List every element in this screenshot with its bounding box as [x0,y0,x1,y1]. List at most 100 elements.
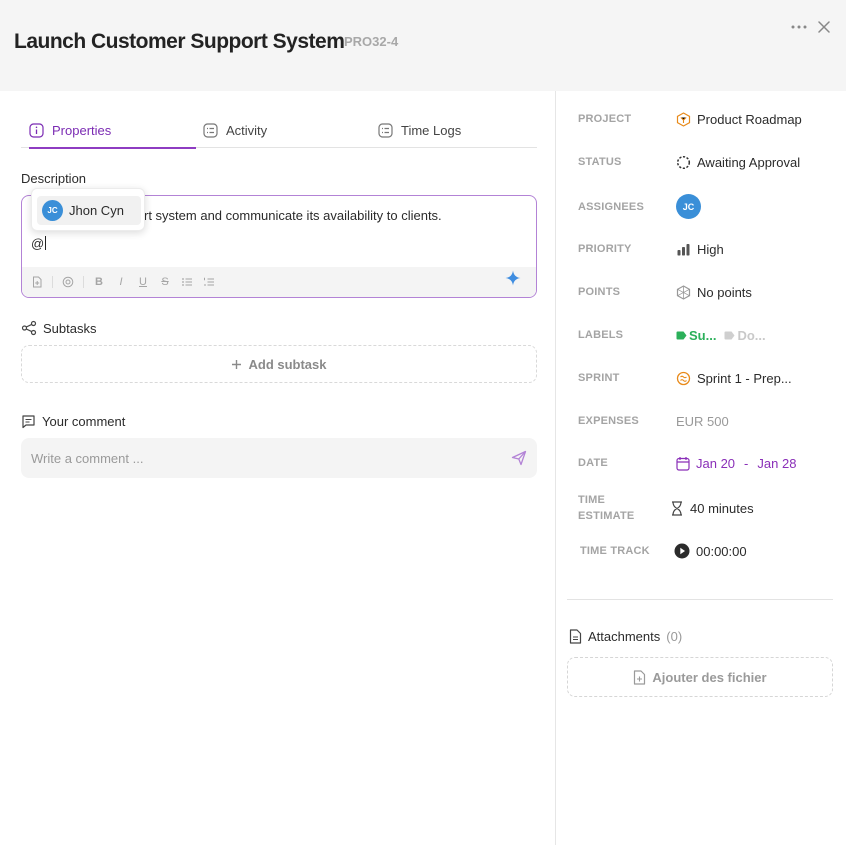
label-chip[interactable]: Do... [724,328,766,343]
description-typing[interactable]: @ [31,236,47,251]
italic-icon[interactable]: I [114,275,128,289]
property-sprint: SPRINT Sprint 1 - Prep... [578,369,838,387]
panel-divider [555,91,556,845]
property-label: STATUS [578,156,622,168]
property-label: PROJECT [578,113,632,125]
tab-label: Properties [52,123,112,138]
property-label: ASSIGNEES [578,200,644,213]
points-value[interactable]: No points [676,285,752,300]
add-subtask-button[interactable]: Add subtask [21,345,537,383]
mention-user-name: Jhon Cyn [69,203,124,218]
list-icon [378,123,393,138]
time-track-value[interactable]: 00:00:00 [674,543,747,559]
task-header: Launch Customer Support System PRO32-4 [0,0,846,91]
description-text[interactable]: rt system and communicate its availabili… [144,208,442,223]
points-icon [676,284,691,300]
attachments-label: Attachments [588,629,661,644]
date-start: Jan 20 [696,455,736,471]
mention-dropdown: JC Jhon Cyn [31,188,145,231]
property-label: POINTS [578,286,621,298]
project-icon [676,111,691,127]
add-subtask-label: Add subtask [248,356,327,372]
property-date: DATE Jan 20 - Jan 28 [578,454,838,472]
add-files-button[interactable]: Ajouter des fichier [567,657,833,697]
attachments-header: Attachments (0) [569,629,682,644]
property-time-track: TIME TRACK 00:00:00 [580,542,840,560]
property-label: DATE [578,457,608,469]
strikethrough-icon[interactable]: S [158,275,172,289]
underline-icon[interactable]: U [136,275,150,289]
attach-file-icon[interactable] [30,275,44,289]
tag-icon [676,331,687,339]
property-points: POINTS No points [578,283,838,301]
sparkle-icon[interactable] [505,270,521,291]
tab-time-logs[interactable]: Time Logs [378,113,461,148]
sprint-icon [676,371,691,385]
property-label: LABELS [578,329,624,341]
file-icon [569,629,582,644]
date-value[interactable]: Jan 20 - Jan 28 [676,456,796,471]
tab-label: Activity [226,123,268,138]
toolbar-separator [52,276,53,288]
property-project: PROJECT Product Roadmap [578,110,838,128]
property-priority: PRIORITY High [578,240,838,258]
sprint-value[interactable]: Sprint 1 - Prep... [676,371,792,386]
mention-icon[interactable] [61,275,75,289]
label-chip[interactable]: Su... [676,328,716,343]
text-caret [45,236,47,250]
task-title[interactable]: Launch Customer Support System [14,30,345,54]
attachments-count: (0) [666,629,683,644]
date-end: Jan 28 [757,455,797,471]
priority-high-icon [677,243,690,255]
property-labels: LABELS Su... Do... [578,326,838,344]
mention-option[interactable]: JC Jhon Cyn [37,196,141,225]
tab-bar: Properties Activity Time Logs [21,113,537,149]
tab-label: Time Logs [401,123,462,138]
send-icon[interactable] [511,450,527,466]
status-pending-icon [676,155,691,169]
calendar-icon [676,456,690,471]
subtasks-label: Subtasks [43,320,97,336]
file-add-icon [634,669,646,685]
attachments-divider [567,599,833,600]
task-id: PRO32-4 [344,34,399,49]
property-label: EXPENSES [578,415,639,427]
play-icon[interactable] [674,543,690,559]
list-icon [203,123,218,138]
hourglass-icon [672,500,682,516]
comment-box [21,438,537,478]
avatar: JC [42,200,63,221]
property-expenses: EXPENSES EUR 500 [578,412,838,430]
labels-value[interactable]: Su... Do... [676,328,766,343]
comment-icon [22,415,35,429]
comment-input[interactable] [31,450,511,466]
property-label: TIME ESTIMATE [578,494,635,522]
add-files-label: Ajouter des fichier [652,669,767,685]
toolbar-separator [83,276,84,288]
comment-header: Your comment [21,414,125,429]
expenses-value[interactable]: EUR 500 [676,414,729,429]
property-status: STATUS Awaiting Approval [578,153,838,171]
more-horizontal-icon[interactable] [789,17,809,37]
tab-activity[interactable]: Activity [203,113,267,148]
bold-icon[interactable]: B [92,275,106,289]
subtasks-header: Subtasks [21,320,96,336]
priority-value[interactable]: High [676,242,724,257]
subtasks-icon [21,320,37,336]
tab-properties[interactable]: Properties [29,113,197,149]
property-label: SPRINT [578,372,620,384]
time-estimate-value[interactable]: 40 minutes [670,501,754,516]
comment-label: Your comment [42,414,126,429]
description-label: Description [21,171,87,186]
assignees-value[interactable]: JC [676,194,701,219]
status-value[interactable]: Awaiting Approval [676,155,800,170]
numbered-list-icon[interactable] [202,275,216,289]
avatar[interactable]: JC [676,194,701,219]
property-label: TIME TRACK [580,545,650,557]
info-icon [29,123,44,138]
property-label: PRIORITY [578,243,632,255]
project-value[interactable]: Product Roadmap [676,112,802,127]
plus-icon [232,359,242,369]
bullet-list-icon[interactable] [180,275,194,289]
close-icon[interactable] [814,17,834,37]
